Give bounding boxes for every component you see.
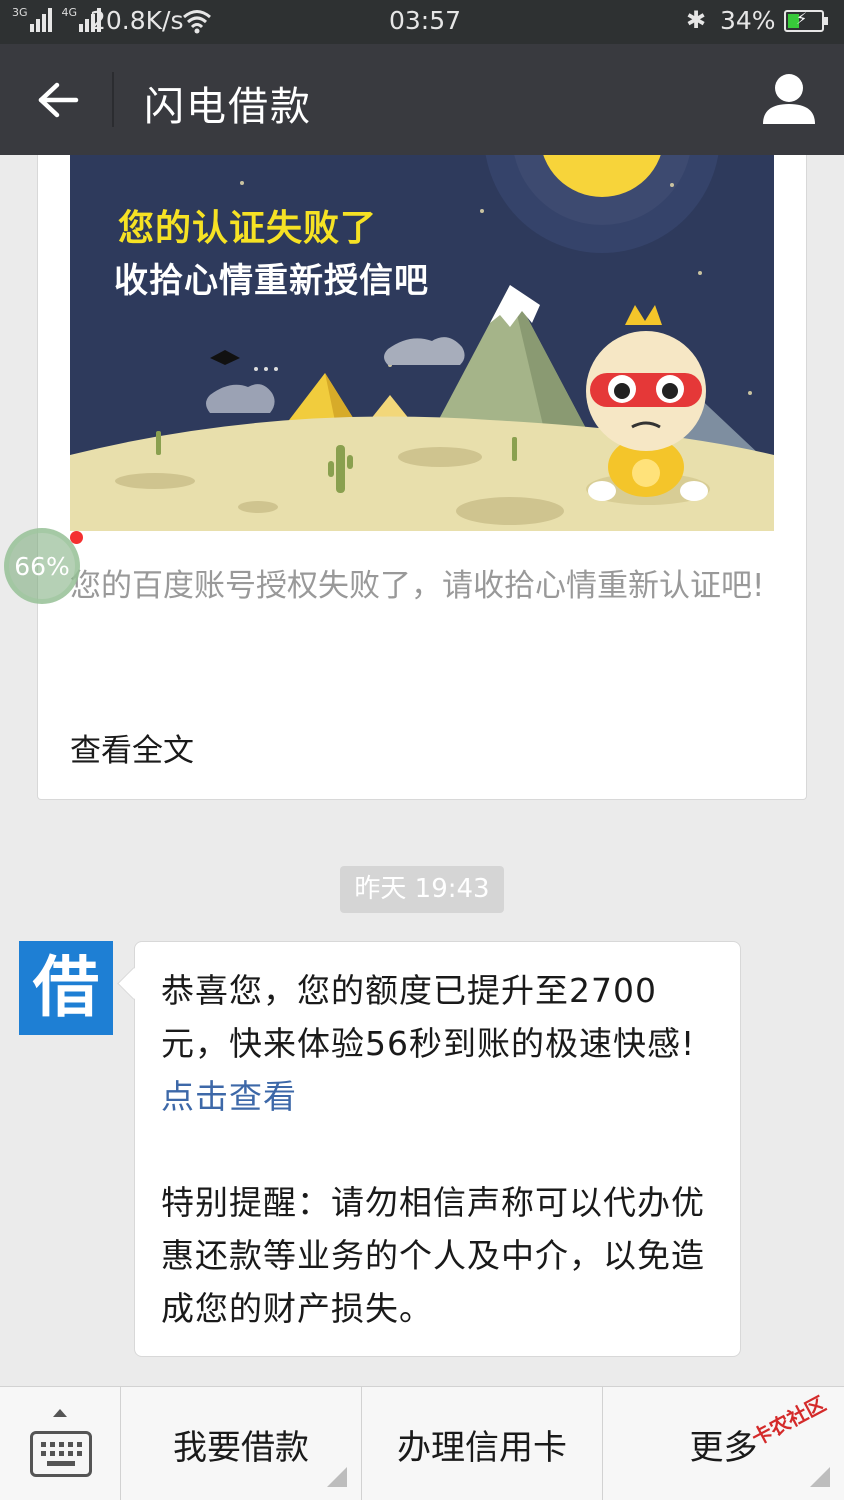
- article-banner: 您的认证失败了 收拾心情重新授信吧: [70, 155, 774, 531]
- user-profile-button[interactable]: [758, 68, 820, 130]
- network-speed: 20.8K/s: [90, 6, 184, 35]
- sender-avatar[interactable]: 借: [19, 941, 113, 1035]
- banner-subheadline: 收拾心情重新授信吧: [114, 261, 429, 301]
- menu-borrow-button[interactable]: 我要借款: [121, 1387, 362, 1500]
- bluetooth-icon: ✱: [686, 6, 707, 34]
- memory-usage-floating-ball[interactable]: 66%: [4, 528, 80, 604]
- read-full-article-link[interactable]: 查看全文: [70, 725, 194, 770]
- status-bar: 3G 4G 20.8K/s 03:57 ✱ 34% ⚡: [0, 0, 844, 44]
- message-paragraph-1: 恭喜您，您的额度已提升至2700元，快来体验56秒到账的极速快感! 点击查看: [161, 964, 721, 1123]
- menu-borrow-label: 我要借款: [173, 1427, 309, 1468]
- notification-dot: [70, 531, 83, 544]
- message-congrats-text: 恭喜您，您的额度已提升至2700元，快来体验56秒到账的极速快感!: [161, 971, 696, 1063]
- title-divider: [112, 72, 114, 127]
- clock: 03:57: [389, 6, 462, 35]
- switch-to-keyboard-button[interactable]: [0, 1387, 121, 1500]
- battery-icon: ⚡: [784, 9, 828, 32]
- submenu-indicator-icon: [327, 1467, 347, 1487]
- menu-credit-card-button[interactable]: 办理信用卡: [362, 1387, 603, 1500]
- title-bar: 闪电借款: [0, 44, 844, 155]
- user-profile-icon: [763, 74, 815, 124]
- back-button[interactable]: [22, 64, 94, 136]
- submenu-indicator-icon: [810, 1467, 830, 1487]
- article-description: 您的百度账号授权失败了，请收拾心情重新认证吧!: [70, 568, 765, 604]
- bottom-menu-bar: 我要借款 办理信用卡 更多: [0, 1386, 844, 1500]
- arrow-up-icon: [53, 1409, 67, 1417]
- article-card[interactable]: 您的认证失败了 收拾心情重新授信吧 您的百度账号授权失败了，请收拾心情重新认证吧…: [37, 155, 807, 800]
- network-type-a: 3G: [12, 6, 28, 19]
- memory-usage-percent: 66%: [14, 551, 70, 581]
- wifi-icon: [183, 10, 211, 34]
- signal-bars-icon: [29, 8, 52, 32]
- back-arrow-icon: [38, 82, 79, 118]
- avatar-character: 借: [33, 949, 99, 1026]
- message-bubble[interactable]: 恭喜您，您的额度已提升至2700元，快来体验56秒到账的极速快感! 点击查看 特…: [134, 941, 741, 1357]
- view-details-link[interactable]: 点击查看: [161, 1077, 297, 1116]
- charging-bolt-icon: ⚡: [796, 9, 808, 28]
- banner-headline: 您的认证失败了: [118, 208, 378, 249]
- network-type-b: 4G: [61, 6, 78, 19]
- keyboard-icon: [30, 1431, 92, 1477]
- message-timestamp: 昨天 19:43: [340, 866, 504, 913]
- message-warning-text: 特别提醒：请勿相信声称可以代办优惠还款等业务的个人及中介，以免造成您的财产损失。: [161, 1183, 705, 1328]
- menu-credit-card-label: 办理信用卡: [397, 1427, 567, 1468]
- message-text: 恭喜您，您的额度已提升至2700元，快来体验56秒到账的极速快感! 点击查看 特…: [161, 964, 721, 1335]
- page-title: 闪电借款: [144, 84, 312, 130]
- battery-percent: 34%: [720, 6, 776, 35]
